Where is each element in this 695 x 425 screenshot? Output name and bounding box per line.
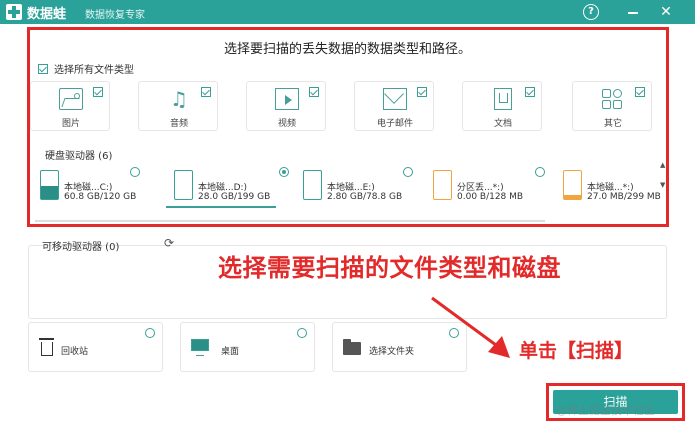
drive-c[interactable]: 本地磁...C:) 60.8 GB/120 GB	[32, 165, 152, 207]
drive-local-extra[interactable]: 本地磁...*:) 27.0 MB/299 MB	[555, 165, 675, 207]
checkbox-icon[interactable]	[38, 63, 48, 74]
file-type-audio[interactable]: ♫ 音频	[138, 81, 218, 131]
checkbox-icon[interactable]	[525, 87, 535, 97]
select-all-label: 选择所有文件类型	[54, 65, 134, 76]
file-type-video[interactable]: 视频	[246, 81, 326, 131]
file-type-document[interactable]: 文档	[462, 81, 542, 131]
checkbox-icon[interactable]	[93, 87, 103, 97]
horizontal-scrollbar[interactable]	[35, 220, 545, 222]
document-icon	[494, 88, 512, 110]
partition-icon	[563, 170, 582, 200]
drive-size: 60.8 GB/120 GB	[64, 192, 137, 202]
watermark: @稀土掘金技术社区	[556, 404, 655, 417]
minimize-icon[interactable]	[625, 4, 641, 20]
select-all-checkbox[interactable]: 选择所有文件类型	[38, 61, 134, 76]
refresh-icon[interactable]: ⟳	[164, 236, 174, 250]
annotation-select-types: 选择需要扫描的文件类型和磁盘	[218, 254, 561, 282]
mail-icon	[383, 88, 407, 110]
folder-icon	[343, 339, 361, 355]
location-radio[interactable]	[297, 328, 307, 338]
file-type-other[interactable]: 其它	[572, 81, 652, 131]
title-bar: 数据蛙 数据恢复专家 ? ✕	[0, 0, 695, 24]
drive-radio[interactable]	[279, 167, 289, 177]
scan-heading: 选择要扫描的丢失数据的数据类型和路径。	[223, 42, 471, 57]
file-type-label: 电子邮件	[376, 119, 413, 129]
music-icon: ♫	[170, 87, 188, 111]
drive-radio[interactable]	[535, 167, 545, 177]
file-type-email[interactable]: 电子邮件	[354, 81, 434, 131]
drive-radio[interactable]	[130, 167, 140, 177]
checkbox-icon[interactable]	[309, 87, 319, 97]
annotation-click-scan: 单击【扫描】	[519, 340, 634, 362]
checkbox-icon[interactable]	[201, 87, 211, 97]
drive-radio[interactable]	[403, 167, 413, 177]
location-label: 选择文件夹	[369, 347, 415, 357]
drive-icon	[174, 170, 193, 200]
drive-size: 2.80 GB/78.8 GB	[327, 192, 403, 202]
file-type-label: 视频	[277, 119, 296, 129]
location-desktop[interactable]: 桌面	[180, 322, 315, 372]
location-label: 桌面	[221, 347, 240, 357]
file-type-label: 其它	[603, 119, 622, 129]
desktop-icon	[191, 339, 209, 356]
app-logo-icon	[6, 4, 22, 20]
video-icon	[275, 88, 299, 110]
drives-label: 硬盘驱动器 (6)	[45, 151, 113, 162]
drive-size: 28.0 GB/199 GB	[198, 192, 271, 202]
location-recycle-bin[interactable]: 回收站	[28, 322, 163, 372]
windows-drive-icon	[40, 170, 59, 200]
close-icon[interactable]: ✕	[658, 4, 674, 20]
image-icon	[59, 88, 83, 110]
checkbox-icon[interactable]	[635, 87, 645, 97]
file-type-image[interactable]: 图片	[30, 81, 110, 131]
drive-size: 27.0 MB/299 MB	[587, 192, 661, 202]
drive-e[interactable]: 本地磁...E:) 2.80 GB/78.8 GB	[295, 165, 415, 207]
other-icon	[601, 88, 625, 110]
selected-drive-indicator	[166, 206, 276, 208]
file-type-label: 文档	[493, 119, 512, 129]
help-icon[interactable]: ?	[583, 4, 599, 20]
file-type-label: 音频	[169, 119, 188, 129]
drive-size: 0.00 B/128 MB	[457, 192, 524, 202]
app-name: 数据蛙	[27, 7, 67, 22]
drive-d[interactable]: 本地磁...D:) 28.0 GB/199 GB	[166, 165, 289, 207]
drive-icon	[303, 170, 322, 200]
recycle-bin-icon	[39, 338, 54, 356]
removable-drives-label: 可移动驱动器 (0)	[42, 242, 120, 253]
checkbox-icon[interactable]	[417, 87, 427, 97]
location-label: 回收站	[61, 347, 89, 357]
scroll-arrows-icon[interactable]: ▲ ▼	[660, 160, 666, 200]
app-subtitle: 数据恢复专家	[85, 10, 145, 21]
annotation-arrow	[431, 296, 510, 358]
location-radio[interactable]	[145, 328, 155, 338]
partition-icon	[433, 170, 452, 200]
file-type-label: 图片	[61, 119, 80, 129]
drive-lost-partition[interactable]: 分区丢...*:) 0.00 B/128 MB	[425, 165, 545, 207]
